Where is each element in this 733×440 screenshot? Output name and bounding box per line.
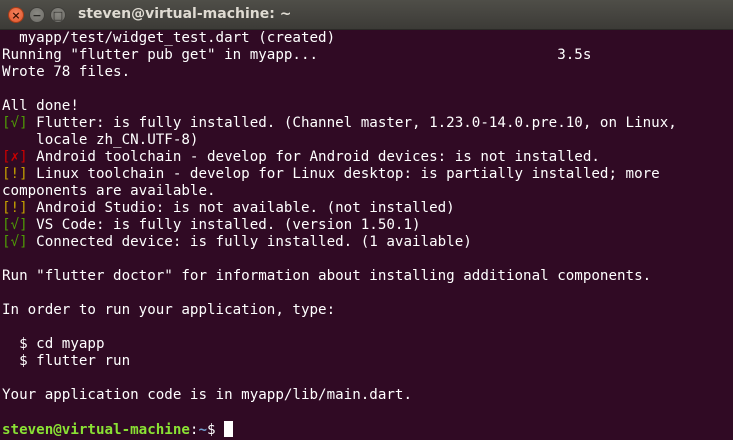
output-line: Wrote 78 files. [2,64,131,80]
window-title: steven@virtual-machine: ~ [78,6,292,22]
maximize-icon: □ [52,8,64,22]
warning-badge: [!] [2,166,28,182]
close-button[interactable]: × [8,7,24,23]
title-bar[interactable]: × − □ steven@virtual-machine: ~ [0,0,733,30]
output-line: Run "flutter doctor" for information abo… [2,268,652,284]
ok-badge: [√] [2,217,28,233]
doctor-line-linux-toolchain: [!] Linux toolchain - develop for Linux … [2,166,660,182]
ok-badge: [√] [2,115,28,131]
command-line: $ cd myapp [2,336,105,352]
command-line: $ flutter run [2,353,131,369]
output-line: All done! [2,98,79,114]
warning-badge: [!] [2,200,28,216]
maximize-button[interactable]: □ [50,7,66,23]
ok-badge: [√] [2,234,28,250]
doctor-line-vscode: [√] VS Code: is fully installed. (versio… [2,217,421,233]
doctor-line-android-studio: [!] Android Studio: is not available. (n… [2,200,455,216]
output-line: locale zh_CN.UTF-8) [2,132,199,148]
prompt-symbol: $ [207,422,225,438]
doctor-line-android-toolchain: [✗] Android toolchain - develop for Andr… [2,149,600,165]
minimize-button[interactable]: − [29,7,45,23]
output-line: components are available. [2,183,216,199]
terminal-window: × − □ steven@virtual-machine: ~ myapp/te… [0,0,733,440]
output-line: myapp/test/widget_test.dart (created) [2,30,336,46]
output-line: In order to run your application, type: [2,302,336,318]
doctor-line-connected-device: [√] Connected device: is fully installed… [2,234,472,250]
output-line: Running "flutter pub get" in myapp... 3.… [2,47,592,63]
close-icon: × [11,8,21,22]
terminal-output[interactable]: myapp/test/widget_test.dart (created) Ru… [2,30,731,440]
shell-prompt[interactable]: steven@virtual-machine:~$ [2,421,731,438]
prompt-user-host: steven@virtual-machine [2,422,190,438]
error-badge: [✗] [2,149,28,165]
text-cursor [224,421,234,437]
minimize-icon: − [32,8,42,22]
doctor-line-flutter: [√] Flutter: is fully installed. (Channe… [2,115,677,131]
prompt-path: ~ [198,422,208,438]
output-line: Your application code is in myapp/lib/ma… [2,387,412,403]
